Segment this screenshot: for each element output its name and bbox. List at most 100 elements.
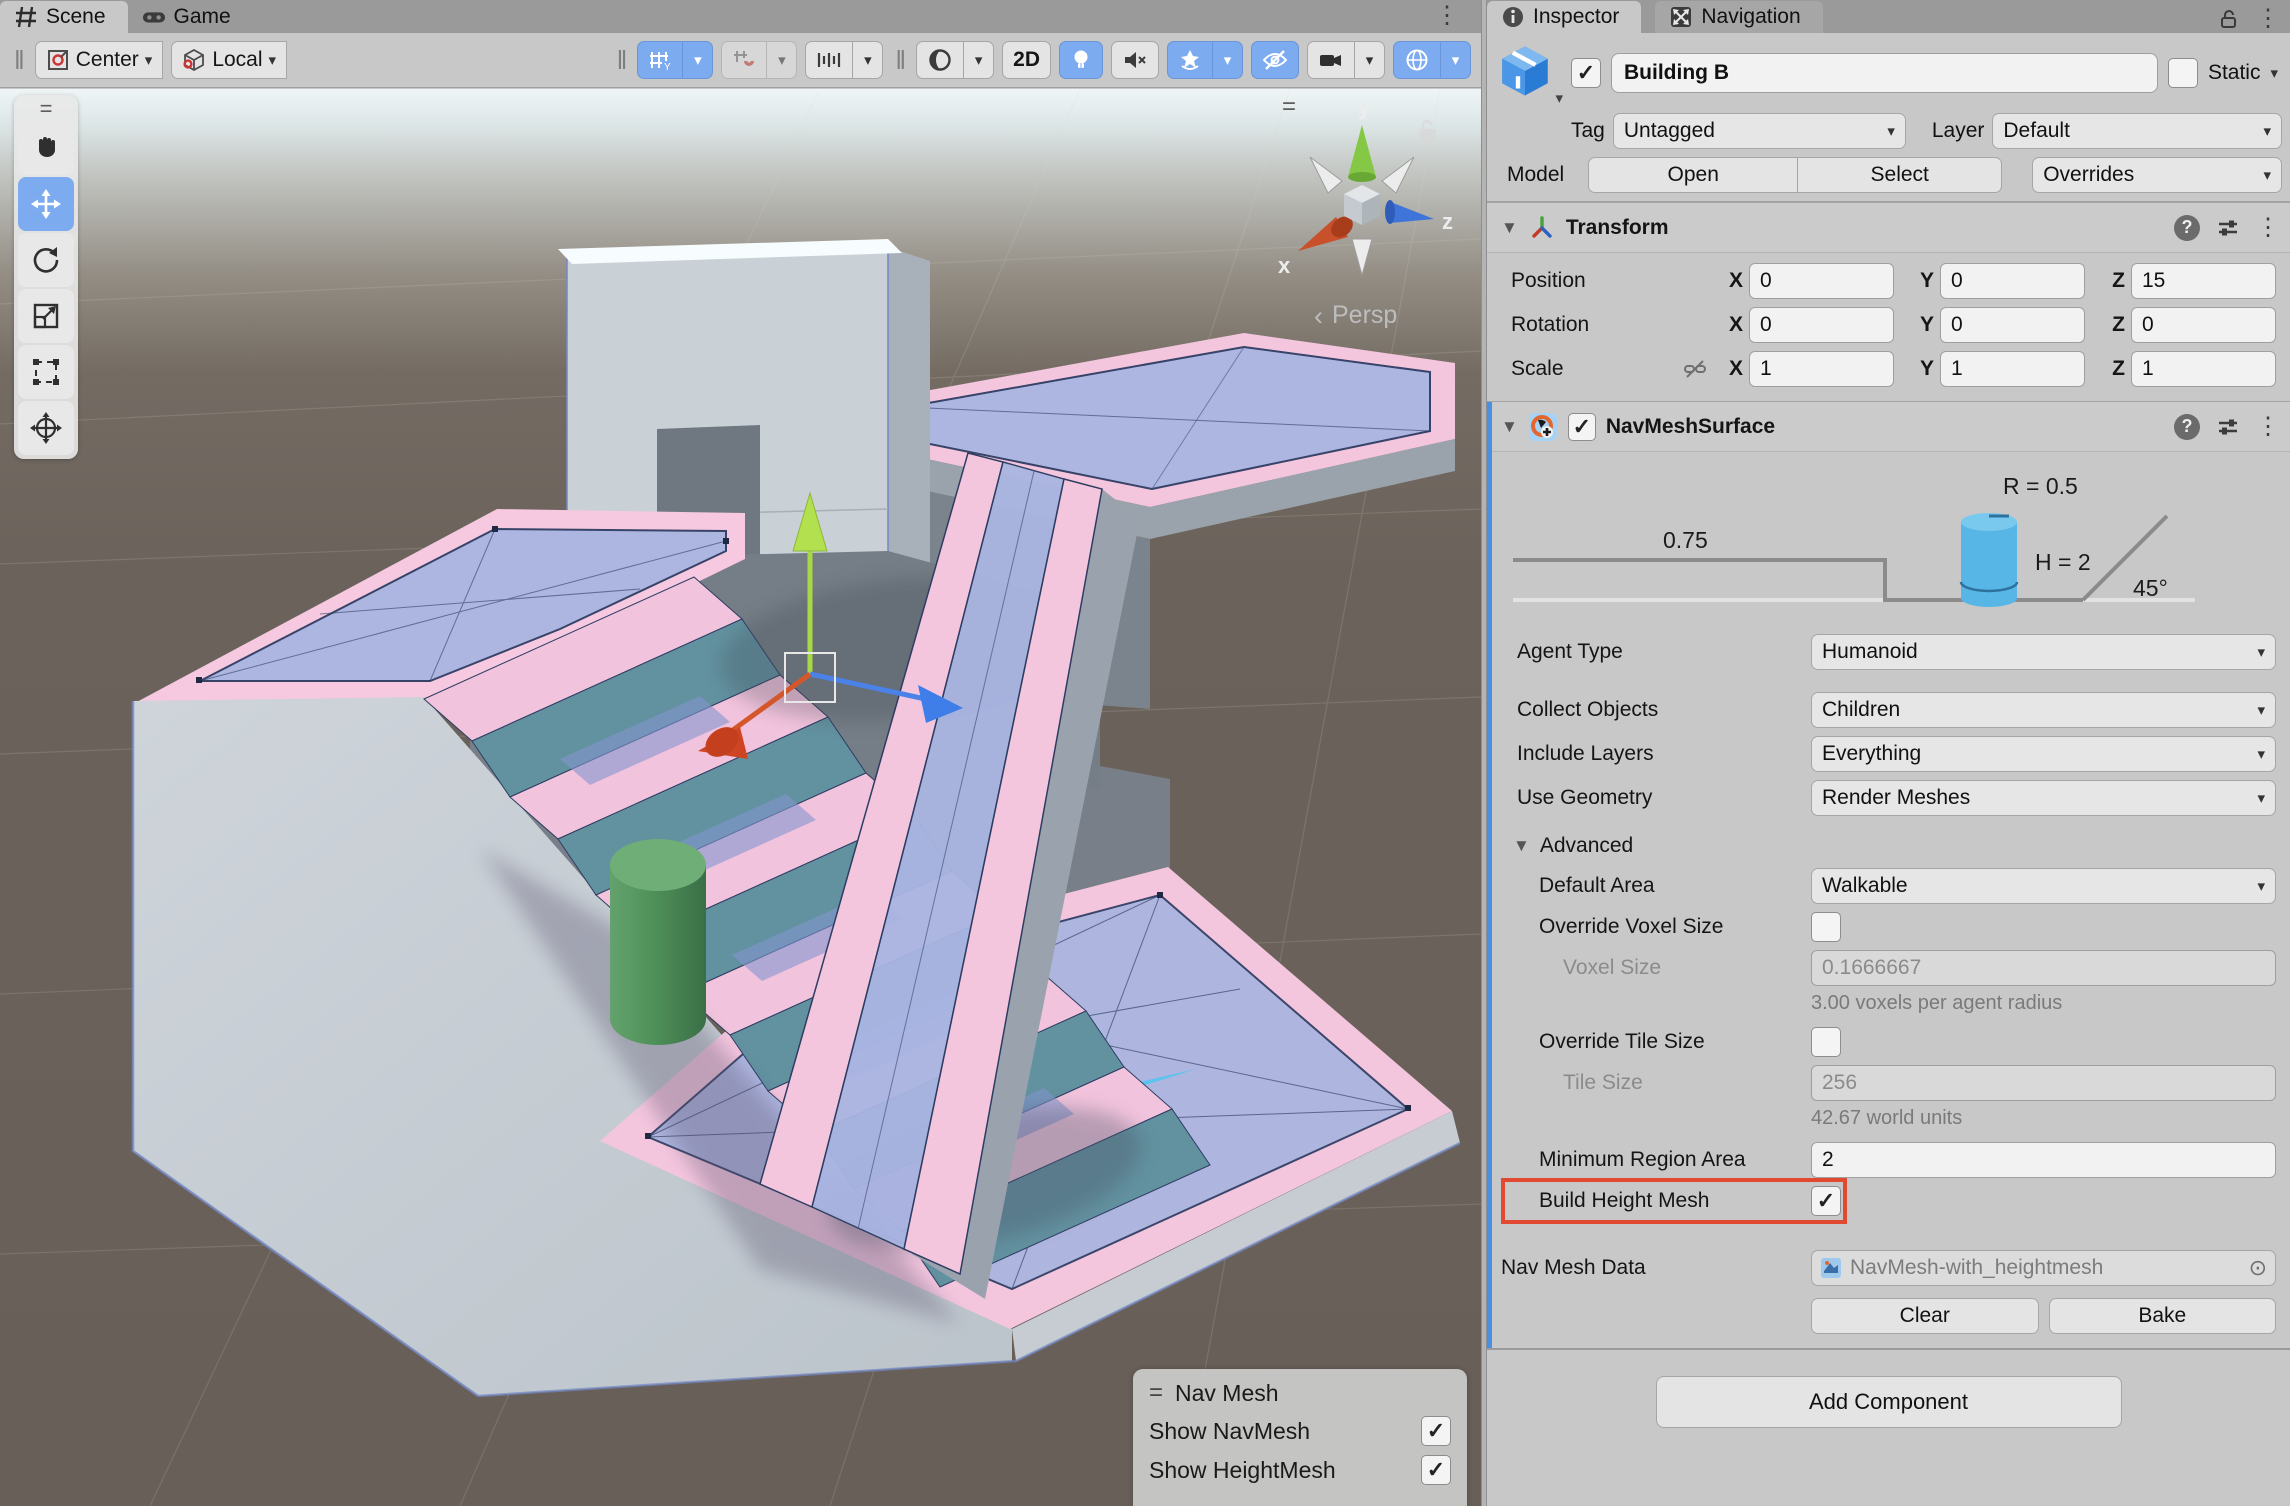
override-tile-checkbox[interactable]	[1811, 1027, 1841, 1057]
shading-mode-dropdown[interactable]: ▾	[916, 41, 994, 79]
agent-radius-label: R = 0.5	[2003, 473, 2078, 499]
transform-header[interactable]: ▼ Transform ? ⋮	[1487, 203, 2290, 253]
inspector-kebab-icon[interactable]: ⋮	[2256, 4, 2280, 33]
include-layers-dropdown[interactable]: Everything▾	[1811, 736, 2276, 772]
voxel-size-label: Voxel Size	[1487, 956, 1805, 980]
prefab-expand-caret: ▾	[1555, 89, 1563, 107]
toolbar-grip2[interactable]: ‖	[617, 45, 626, 76]
orientation-gizmo[interactable]: y x z ‹ Persp	[1262, 97, 1472, 337]
tab-game[interactable]: Game	[128, 0, 253, 33]
scene-viewport[interactable]: = =	[0, 89, 1481, 1506]
presets-icon[interactable]	[2216, 415, 2240, 439]
rotate-tool[interactable]	[18, 233, 74, 287]
scale-y-field[interactable]	[1940, 351, 2085, 387]
position-z-field[interactable]	[2131, 263, 2276, 299]
use-geometry-dropdown[interactable]: Render Meshes▾	[1811, 780, 2276, 816]
tab-navigation[interactable]: Navigation	[1655, 1, 1822, 33]
scale-link-icon[interactable]	[1683, 357, 1707, 381]
add-component-button[interactable]: Add Component	[1656, 1376, 2122, 1428]
inspector-lock-icon[interactable]	[2218, 8, 2240, 30]
component-enabled-checkbox[interactable]: ✓	[1568, 413, 1596, 441]
presets-icon[interactable]	[2216, 216, 2240, 240]
kebab-icon[interactable]: ⋮	[2256, 213, 2280, 242]
tab-inspector[interactable]: Inspector	[1487, 1, 1641, 33]
agent-type-dropdown[interactable]: Humanoid▾	[1811, 634, 2276, 670]
override-voxel-checkbox[interactable]	[1811, 912, 1841, 942]
scene-lighting-toggle[interactable]	[1059, 41, 1103, 79]
orientation-dropdown[interactable]: Local ▾	[171, 41, 287, 79]
tag-dropdown[interactable]: Untagged▾	[1613, 113, 1906, 149]
default-area-label: Default Area	[1487, 874, 1805, 898]
tile-size-label: Tile Size	[1487, 1071, 1805, 1095]
transform-icon	[30, 412, 62, 444]
scene-effects-toggle[interactable]: ▾	[1167, 41, 1243, 79]
model-select-button[interactable]: Select	[1798, 157, 2002, 193]
rotation-x-field[interactable]	[1749, 307, 1894, 343]
model-open-button[interactable]: Open	[1588, 157, 1798, 193]
position-y-field[interactable]	[1940, 263, 2085, 299]
bake-button[interactable]: Bake	[2049, 1298, 2277, 1334]
clear-button[interactable]: Clear	[1811, 1298, 2039, 1334]
grid-visibility-toggle[interactable]: Y ▾	[637, 41, 713, 79]
scale-z-field[interactable]	[2131, 351, 2276, 387]
min-region-field[interactable]	[1811, 1142, 2276, 1178]
gizmos-toggle[interactable]: ▾	[1393, 41, 1471, 79]
nav-mesh-data-field[interactable]: NavMesh-with_heightmesh ⊙	[1811, 1250, 2276, 1286]
collect-objects-dropdown[interactable]: Children▾	[1811, 692, 2276, 728]
static-caret[interactable]: ▾	[2270, 64, 2278, 82]
foldout-icon[interactable]: ▼	[1501, 218, 1518, 238]
tab-scene[interactable]: Scene	[0, 1, 128, 33]
voxel-size-note: 3.00 voxels per agent radius	[1487, 990, 2290, 1023]
pivot-mode-dropdown[interactable]: Center ▾	[35, 41, 164, 79]
scene-visibility-toggle[interactable]	[1251, 41, 1299, 79]
overrides-dropdown[interactable]: Overrides▾	[2032, 157, 2282, 193]
scene-camera-dropdown[interactable]: ▾	[1307, 41, 1385, 79]
tile-size-note: 42.67 world units	[1487, 1105, 2290, 1138]
nav-mesh-data-label: Nav Mesh Data	[1487, 1256, 1805, 1280]
position-x-field[interactable]	[1749, 263, 1894, 299]
scale-tool[interactable]	[18, 289, 74, 343]
advanced-foldout[interactable]: ▼ Advanced	[1487, 820, 2290, 864]
axis-y-label: Y	[1900, 269, 1934, 293]
rotation-z-field[interactable]	[2131, 307, 2276, 343]
transform-tool[interactable]	[18, 401, 74, 455]
toolbar-grip[interactable]: ‖	[14, 45, 23, 76]
prefab-icon[interactable]: ▾	[1497, 43, 1561, 103]
caret-icon: ▾	[683, 41, 713, 79]
layer-dropdown[interactable]: Default▾	[1992, 113, 2282, 149]
2d-mode-button[interactable]: 2D	[1002, 41, 1051, 79]
rotation-y-field[interactable]	[1940, 307, 2085, 343]
grid-snap-toggle[interactable]: ▾	[721, 41, 797, 79]
static-checkbox[interactable]	[2168, 58, 2198, 88]
build-height-mesh-label: Build Height Mesh	[1487, 1189, 1805, 1213]
navmeshsurface-header[interactable]: ▼ ✓ NavMeshSurface ? ⋮	[1487, 402, 2290, 452]
rect-tool[interactable]	[18, 345, 74, 399]
transform-icon	[1528, 214, 1556, 242]
scale-x-field[interactable]	[1749, 351, 1894, 387]
gameobject-active-checkbox[interactable]: ✓	[1571, 58, 1601, 88]
hand-tool[interactable]	[18, 121, 74, 175]
toolstrip-handle[interactable]: =	[14, 99, 78, 119]
axis-y-label: Y	[1900, 357, 1934, 381]
gameobject-name-field[interactable]	[1611, 53, 2158, 93]
object-picker-icon[interactable]: ⊙	[2249, 1255, 2267, 1281]
axis-x-label: X	[1713, 269, 1743, 293]
help-icon[interactable]: ?	[2174, 414, 2200, 440]
show-heightmesh-checkbox[interactable]: ✓	[1421, 1455, 1451, 1485]
scene-audio-toggle[interactable]	[1111, 41, 1159, 79]
help-icon[interactable]: ?	[2174, 215, 2200, 241]
default-area-dropdown[interactable]: Walkable▾	[1811, 868, 2276, 904]
grid-icon	[14, 5, 38, 29]
move-tool[interactable]	[18, 177, 74, 231]
navigation-icon	[1669, 5, 1693, 29]
navmesh-panel-handle[interactable]: =	[1149, 1379, 1163, 1407]
axis-z-label: Z	[2091, 313, 2125, 337]
build-height-mesh-checkbox[interactable]: ✓	[1811, 1186, 1841, 1216]
kebab-icon[interactable]: ⋮	[2256, 412, 2280, 441]
foldout-icon[interactable]: ▼	[1501, 417, 1518, 437]
scene-tab-kebab-icon[interactable]: ⋮	[1435, 4, 1459, 28]
toolbar-grip3[interactable]: ‖	[895, 45, 904, 76]
measure-tool-dropdown[interactable]: ▾	[805, 41, 883, 79]
show-navmesh-checkbox[interactable]: ✓	[1421, 1416, 1451, 1446]
tab-game-label: Game	[174, 5, 231, 29]
